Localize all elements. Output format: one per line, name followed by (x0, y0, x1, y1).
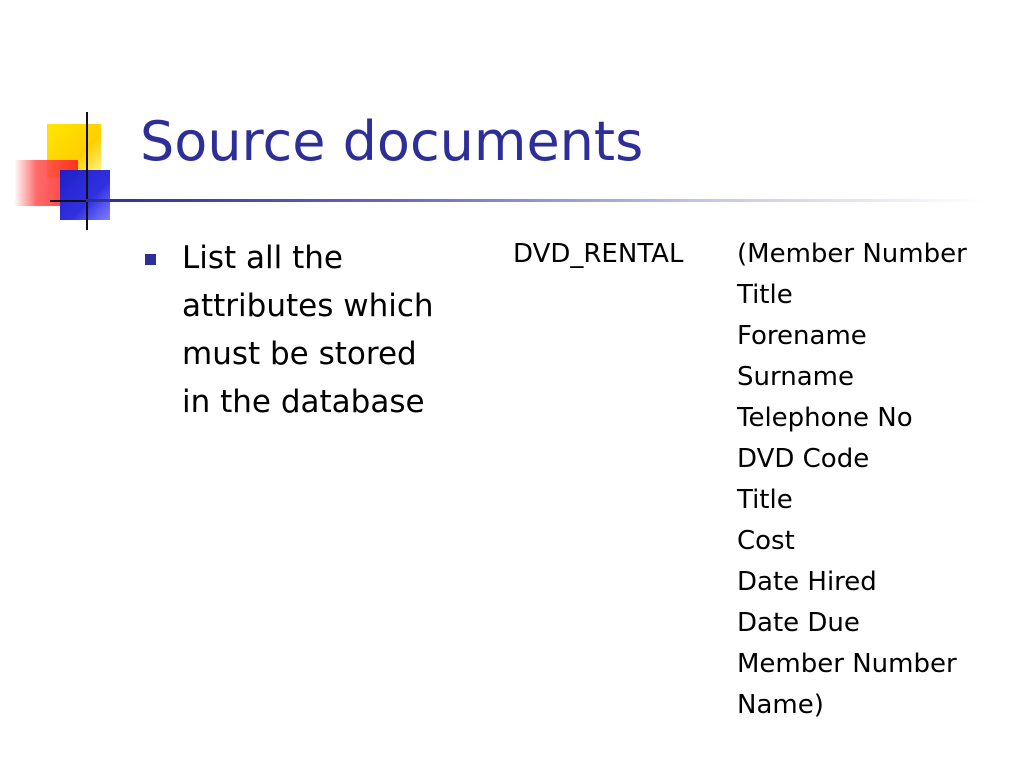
attribute-item: DVD Code (737, 444, 870, 474)
vertical-line-decoration (86, 112, 88, 230)
entity-name: DVD_RENTAL (513, 239, 684, 269)
attribute-item: (Member Number (737, 239, 967, 269)
attribute-item: Member Number (737, 649, 957, 679)
attribute-item: Date Hired (737, 567, 877, 597)
blue-square-decoration (60, 170, 110, 220)
attribute-item: Surname (737, 362, 854, 392)
square-bullet-icon (145, 254, 156, 265)
attribute-item: Name) (737, 690, 824, 720)
corner-decoration (0, 0, 160, 240)
attribute-item: Date Due (737, 608, 860, 638)
attribute-item: Title (737, 280, 793, 310)
attribute-item: Forename (737, 321, 867, 351)
attribute-list: (Member Number Title Forename Surname Teleph… (737, 234, 967, 726)
attribute-item: Title (737, 485, 793, 515)
attribute-item: Cost (737, 526, 795, 556)
slide-title: Source documents (140, 110, 644, 173)
attribute-item: Telephone No (737, 403, 913, 433)
bullet-text: List all the attributes which must be st… (182, 240, 434, 420)
title-underline (86, 199, 986, 202)
